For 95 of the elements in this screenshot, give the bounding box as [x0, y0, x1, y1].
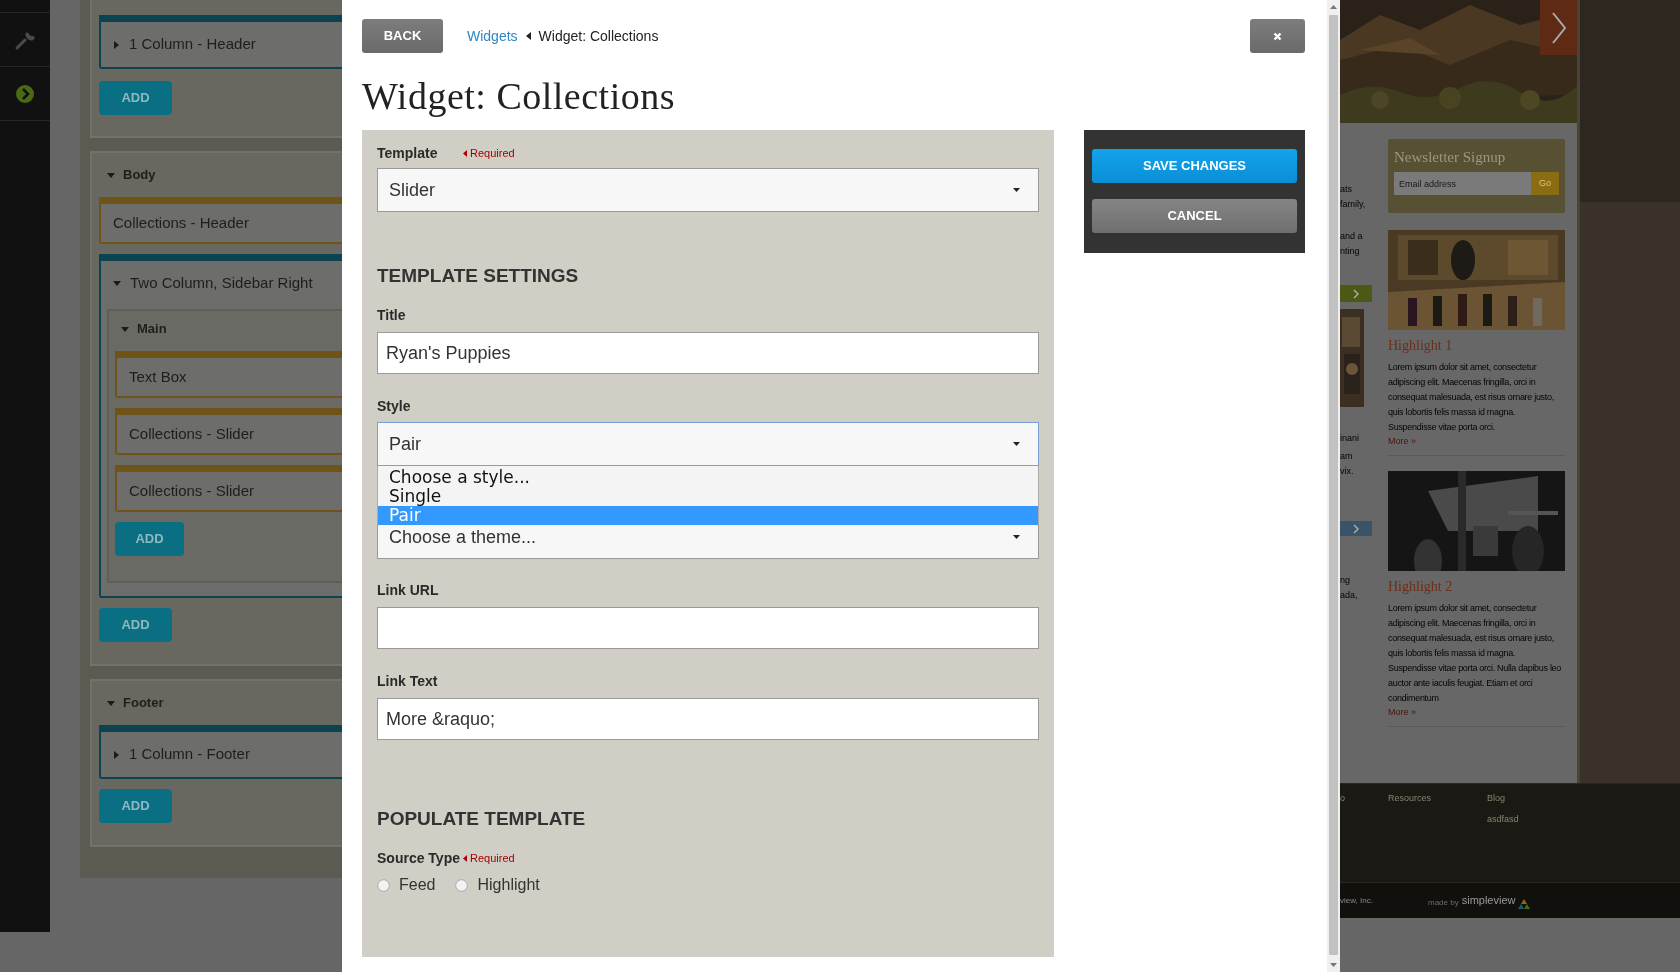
- save-button[interactable]: SAVE CHANGES: [1092, 149, 1297, 183]
- highlight-title: Highlight 1: [1388, 337, 1454, 355]
- back-button[interactable]: BACK: [362, 19, 443, 53]
- widget-title: Collections - Slider: [129, 480, 255, 501]
- section-heading: POPULATE TEMPLATE: [377, 807, 587, 831]
- caret-down-icon: [1013, 442, 1020, 446]
- caret-down-icon[interactable]: [121, 325, 129, 333]
- radio-option[interactable]: Highlight: [455, 873, 540, 897]
- layout-row[interactable]: 1 Column - Footer: [99, 725, 342, 779]
- widget-block[interactable]: Text Box: [115, 351, 342, 398]
- text-fragment: and a: [1340, 230, 1364, 243]
- dropdown-option[interactable]: Choose a style...: [378, 468, 1038, 487]
- widget-block[interactable]: Collections - Slider: [115, 408, 342, 455]
- widget-block[interactable]: Collections - Slider: [115, 465, 342, 512]
- footer-link[interactable]: Blog: [1487, 791, 1519, 805]
- field-label: Source Type: [377, 848, 461, 868]
- text-fragment: nting: [1340, 245, 1361, 258]
- widget-block[interactable]: Collections - Header: [99, 197, 342, 244]
- dropdown-option[interactable]: Single: [378, 487, 1038, 506]
- dropdown-option[interactable]: Pair: [378, 506, 1038, 525]
- copyright-text: view, Inc.: [1340, 894, 1374, 907]
- row-title: 1 Column - Footer: [129, 744, 250, 765]
- email-field[interactable]: Email address: [1394, 172, 1531, 195]
- more-link[interactable]: More »: [1388, 706, 1565, 718]
- caret-down-icon[interactable]: [113, 280, 121, 287]
- scrollbar[interactable]: [1327, 0, 1340, 972]
- caret-down-icon[interactable]: [107, 171, 115, 179]
- text-fragment: ats: [1340, 183, 1353, 196]
- widget-title: Collections - Header: [113, 212, 249, 233]
- caret-left-icon: [525, 32, 531, 40]
- next-button[interactable]: [1540, 0, 1577, 55]
- section-title: Footer: [123, 694, 164, 713]
- required-note: Required: [470, 850, 515, 866]
- caret-right-icon[interactable]: [113, 40, 120, 49]
- caret-down-icon[interactable]: [107, 699, 115, 707]
- breadcrumb-current: Widget: Collections: [538, 26, 659, 46]
- layout-row[interactable]: 1 Column - Header: [99, 15, 342, 69]
- caret-left-icon: [463, 149, 467, 157]
- close-icon: [1273, 31, 1282, 41]
- section-heading: TEMPLATE SETTINGS: [377, 264, 580, 288]
- caret-down-icon: [1013, 535, 1020, 539]
- field-label: Style: [377, 396, 412, 416]
- next-button[interactable]: [1340, 521, 1372, 536]
- highlight-title: Highlight 2: [1388, 578, 1454, 596]
- add-button[interactable]: ADD: [115, 522, 184, 556]
- footer-link[interactable]: o: [1340, 791, 1388, 805]
- required-note: Required: [470, 145, 515, 161]
- text-field[interactable]: [377, 607, 1039, 649]
- select-field[interactable]: Pair: [377, 422, 1039, 466]
- triangle-logo-icon: [1518, 898, 1531, 909]
- chevron-right-icon: [1353, 288, 1359, 299]
- footer-link[interactable]: asdfasd: [1487, 812, 1519, 826]
- field-label: Template: [377, 143, 439, 163]
- text-field[interactable]: More &raquo;: [377, 698, 1039, 740]
- caret-right-icon[interactable]: [113, 750, 120, 759]
- chevron-right-icon: [1550, 11, 1567, 44]
- breadcrumb-link[interactable]: Widgets: [467, 25, 518, 47]
- more-link[interactable]: More »: [1388, 435, 1565, 447]
- made-by-label: made by: [1428, 896, 1459, 909]
- row-title: Two Column, Sidebar Right: [130, 273, 313, 294]
- text-fragment: am: [1340, 450, 1354, 463]
- layout-row[interactable]: Two Column, Sidebar Right Main Text Box Collections - Slider Collections - Slider ADD: [99, 254, 342, 598]
- caret-down-icon: [1013, 188, 1020, 192]
- add-button[interactable]: ADD: [99, 81, 172, 115]
- newsletter-title: Newsletter Signup: [1394, 148, 1507, 167]
- field-label: Link Text: [377, 671, 439, 691]
- radio-option[interactable]: Feed: [377, 873, 436, 897]
- caret-left-icon: [463, 854, 467, 862]
- text-fragment: inani: [1340, 432, 1360, 445]
- field-label: Title: [377, 305, 407, 325]
- text-fragment: vix.: [1340, 465, 1355, 478]
- brand-name: simpleview: [1461, 893, 1516, 909]
- select-field[interactable]: Slider: [377, 168, 1039, 212]
- next-button[interactable]: [1340, 285, 1372, 302]
- column-title: Main: [137, 320, 167, 339]
- text-fragment: ada,: [1340, 589, 1359, 602]
- field-label: Link URL: [377, 580, 440, 600]
- chevron-circle-icon[interactable]: [15, 83, 35, 104]
- section-title: Body: [123, 166, 156, 185]
- widget-title: Text Box: [129, 366, 187, 387]
- chevron-right-icon: [1353, 523, 1359, 534]
- text-field[interactable]: Ryan's Puppies: [377, 332, 1039, 374]
- row-title: 1 Column - Header: [129, 34, 256, 55]
- page-title: Widget: Collections: [362, 74, 676, 119]
- go-button[interactable]: Go: [1531, 172, 1559, 195]
- cancel-button[interactable]: CANCEL: [1092, 199, 1297, 233]
- highlight-text: Lorem ipsum dolor sit amet, consectetur adipiscing elit. Maecenas fringilla, orci in consequat malesuada, est risus ornare justo, quis lobortis felis massa id magna. Suspendisse vitae porta orci. Nulla dapibus leo auctor ante iaculis feugiat. Etiam et orci condimentum: [1388, 602, 1562, 705]
- footer-link[interactable]: Resources: [1388, 791, 1487, 805]
- add-button[interactable]: ADD: [99, 789, 172, 823]
- highlight-text: Lorem ipsum dolor sit amet, consectetur adipiscing elit. Maecenas fringilla, orci in consequat malesuada, est risus ornare justo, quis lobortis felis massa id magna. Suspendisse vitae porta orci.: [1388, 361, 1555, 434]
- widget-title: Collections - Slider: [129, 423, 255, 444]
- add-button[interactable]: ADD: [99, 608, 172, 642]
- close-button[interactable]: [1250, 19, 1305, 53]
- text-fragment: family,: [1340, 198, 1367, 211]
- text-fragment: ng: [1340, 574, 1351, 587]
